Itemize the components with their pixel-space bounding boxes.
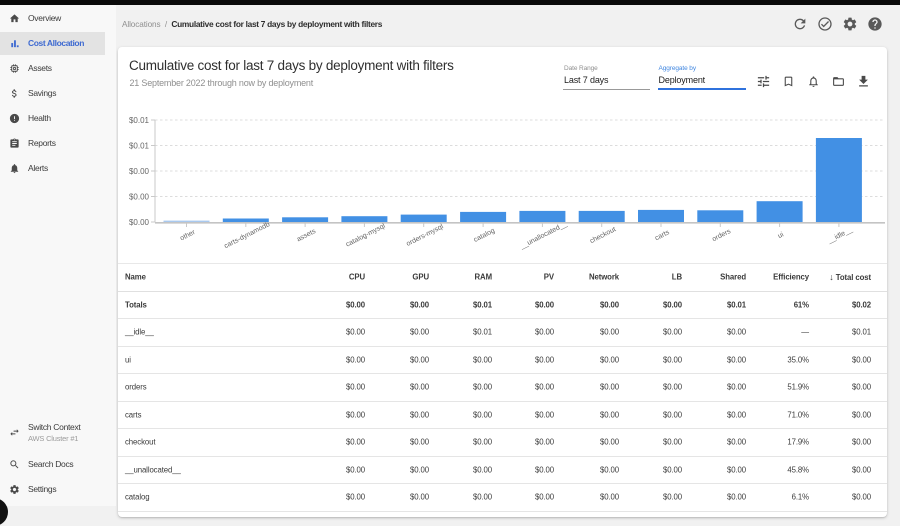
- svg-text:__idle__: __idle__: [826, 226, 854, 245]
- svg-text:assets: assets: [296, 228, 318, 244]
- svg-text:other: other: [179, 229, 197, 243]
- svg-text:catalog-mysql: catalog-mysql: [345, 223, 387, 249]
- svg-text:$0.00: $0.00: [129, 167, 150, 176]
- svg-text:ui: ui: [777, 231, 785, 240]
- svg-text:carts: carts: [654, 229, 671, 242]
- svg-text:orders-mysql: orders-mysql: [405, 223, 445, 248]
- svg-text:$0.00: $0.00: [129, 192, 150, 201]
- svg-text:$0.01: $0.01: [129, 116, 150, 125]
- svg-text:$0.00: $0.00: [129, 218, 150, 227]
- svg-text:checkout: checkout: [589, 226, 617, 245]
- svg-text:catalog: catalog: [473, 227, 496, 244]
- svg-text:carts-dynamodb: carts-dynamodb: [223, 221, 271, 250]
- svg-text:$0.01: $0.01: [129, 141, 150, 150]
- svg-text:__unallocated__: __unallocated__: [518, 221, 568, 251]
- svg-text:orders: orders: [711, 228, 732, 243]
